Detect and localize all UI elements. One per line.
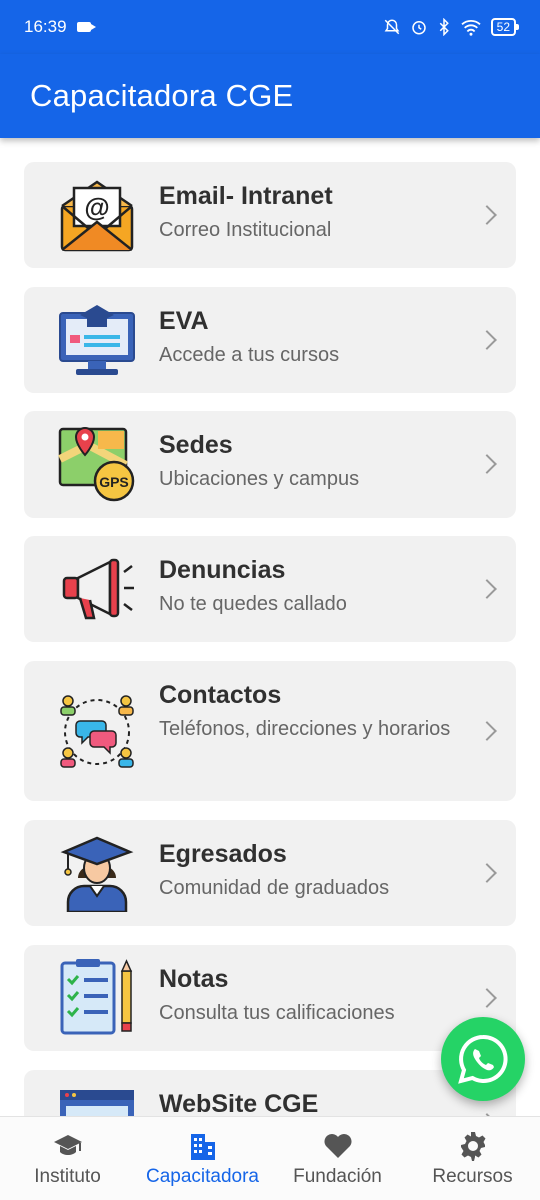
- chevron-right-icon: [477, 454, 497, 474]
- bottom-navigation: Instituto Capacitadora Fundación Recurso…: [0, 1116, 540, 1200]
- item-title: Egresados: [159, 840, 287, 868]
- website-icon: [58, 1088, 136, 1116]
- list-item-denuncias[interactable]: Denuncias No te quedes callado: [24, 536, 516, 642]
- battery-indicator: 52: [490, 18, 520, 36]
- heart-icon: [324, 1133, 351, 1158]
- menu-list: @ Email- Intranet Correo Institucional E…: [0, 138, 540, 1116]
- item-subtitle: Teléfonos, direcciones y horarios: [159, 718, 451, 740]
- graduation-cap-icon: [53, 1134, 82, 1155]
- nav-label: Recursos: [432, 1165, 513, 1187]
- list-item-eva[interactable]: EVA Accede a tus cursos: [24, 287, 516, 393]
- mute-bell-icon: [384, 19, 400, 35]
- graduate-icon: [58, 834, 136, 914]
- item-title: Contactos: [159, 681, 282, 709]
- gear-icon: [460, 1131, 485, 1161]
- monitor-graduation-cap-icon: [58, 301, 136, 379]
- nav-label: Fundación: [293, 1165, 382, 1187]
- contacts-group-icon: [58, 693, 136, 771]
- item-subtitle: Consulta tus calificaciones: [159, 1002, 395, 1024]
- wifi-icon: [461, 20, 481, 36]
- status-bar: 16:39 52: [0, 0, 540, 54]
- chevron-right-icon: [477, 205, 497, 225]
- map-gps-icon: GPS: [58, 425, 136, 503]
- bluetooth-icon: [439, 18, 449, 36]
- status-time: 16:39: [24, 17, 67, 36]
- megaphone-icon: [58, 550, 136, 628]
- nav-label: Instituto: [34, 1165, 101, 1187]
- nav-label: Capacitadora: [145, 1165, 260, 1187]
- item-subtitle: Comunidad de graduados: [159, 877, 390, 899]
- chevron-right-icon: [477, 721, 497, 741]
- building-icon: [190, 1133, 215, 1160]
- list-item-website[interactable]: WebSite CGE: [24, 1070, 516, 1116]
- nav-tab-fundacion[interactable]: Fundación: [270, 1117, 405, 1200]
- whatsapp-icon: [458, 1034, 508, 1084]
- chevron-right-icon: [477, 988, 497, 1008]
- email-envelope-icon: @: [58, 176, 136, 254]
- gps-badge-label: GPS: [99, 474, 129, 490]
- item-subtitle: Correo Institucional: [159, 219, 332, 241]
- item-title: WebSite CGE: [159, 1090, 319, 1116]
- item-subtitle: No te quedes callado: [159, 593, 347, 615]
- item-title: Denuncias: [159, 556, 286, 584]
- chevron-right-icon: [477, 579, 497, 599]
- item-title: Sedes: [159, 431, 233, 459]
- item-subtitle: Ubicaciones y campus: [159, 468, 360, 490]
- checklist-icon: [58, 959, 136, 1037]
- chevron-right-icon: [477, 330, 497, 350]
- nav-tab-instituto[interactable]: Instituto: [0, 1117, 135, 1200]
- nav-tab-capacitadora[interactable]: Capacitadora: [135, 1117, 270, 1200]
- page-title: Capacitadora CGE: [30, 78, 294, 113]
- status-icons: 52: [383, 18, 520, 36]
- alarm-icon: [411, 21, 426, 35]
- item-title: Email- Intranet: [159, 182, 333, 210]
- list-item-email[interactable]: @ Email- Intranet Correo Institucional: [24, 162, 516, 268]
- item-title: EVA: [159, 307, 209, 335]
- list-item-sedes[interactable]: GPS Sedes Ubicaciones y campus: [24, 411, 516, 518]
- app-bar: Capacitadora CGE: [0, 54, 540, 138]
- svg-text:@: @: [84, 192, 109, 222]
- whatsapp-button[interactable]: [441, 1017, 525, 1101]
- item-subtitle: Accede a tus cursos: [159, 344, 340, 366]
- list-item-egresados[interactable]: Egresados Comunidad de graduados: [24, 820, 516, 926]
- list-item-contactos[interactable]: Contactos Teléfonos, direcciones y horar…: [24, 661, 516, 801]
- chevron-right-icon: [477, 863, 497, 883]
- nav-tab-recursos[interactable]: Recursos: [405, 1117, 540, 1200]
- screen-record-icon: [76, 22, 96, 32]
- item-title: Notas: [159, 965, 229, 993]
- list-item-notas[interactable]: Notas Consulta tus calificaciones: [24, 945, 516, 1051]
